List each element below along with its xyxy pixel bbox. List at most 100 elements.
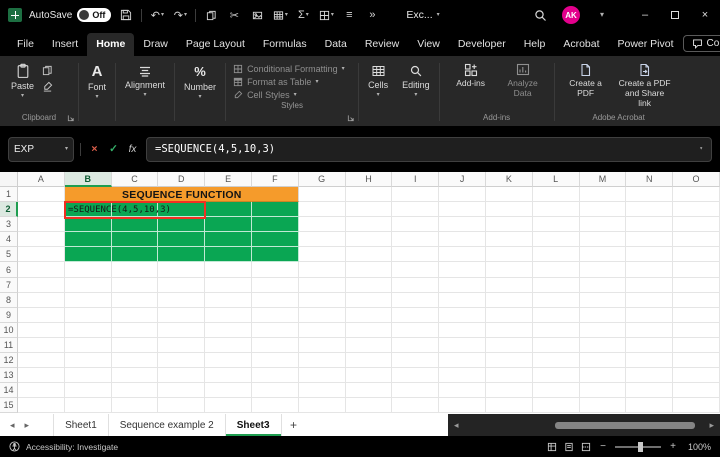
cell-O13[interactable] [673, 368, 720, 383]
cell-G9[interactable] [299, 308, 346, 323]
cut-button[interactable]: ✂ [226, 4, 242, 26]
cell-I7[interactable] [392, 278, 439, 293]
alignment-group-button[interactable]: Alignment ▾ [118, 58, 172, 126]
cell-C11[interactable] [112, 338, 159, 353]
cell-C12[interactable] [112, 353, 159, 368]
zoom-out-button[interactable]: − [598, 441, 608, 452]
accessibility-status[interactable]: Accessibility: Investigate [26, 442, 118, 452]
cell-G5[interactable] [299, 247, 346, 262]
cell-F14[interactable] [252, 383, 299, 398]
scroll-left-icon[interactable]: ◂ [454, 420, 459, 431]
cell-J11[interactable] [439, 338, 486, 353]
cell-D11[interactable] [158, 338, 205, 353]
cell-E3[interactable] [205, 217, 252, 232]
cell-N3[interactable] [626, 217, 673, 232]
cell-B12[interactable] [65, 353, 112, 368]
cell-E14[interactable] [205, 383, 252, 398]
ribbon-tab-help[interactable]: Help [515, 33, 555, 56]
ribbon-tab-draw[interactable]: Draw [134, 33, 177, 56]
cell-A10[interactable] [18, 323, 65, 338]
cell-I8[interactable] [392, 293, 439, 308]
cell-K14[interactable] [486, 383, 533, 398]
scrollbar-track[interactable] [464, 414, 705, 436]
cell-M13[interactable] [580, 368, 627, 383]
cell-M1[interactable] [580, 187, 627, 202]
cell-E13[interactable] [205, 368, 252, 383]
copy-small-button[interactable] [42, 65, 53, 76]
cell-N14[interactable] [626, 383, 673, 398]
ribbon-tab-acrobat[interactable]: Acrobat [554, 33, 608, 56]
cell-K7[interactable] [486, 278, 533, 293]
view-normal-button[interactable] [547, 442, 557, 452]
cell-A8[interactable] [18, 293, 65, 308]
cell-K4[interactable] [486, 232, 533, 247]
col-header-k[interactable]: K [486, 172, 533, 187]
qat-overflow-button[interactable]: » [364, 4, 380, 26]
col-header-d[interactable]: D [158, 172, 205, 187]
cell-G8[interactable] [299, 293, 346, 308]
cell-I12[interactable] [392, 353, 439, 368]
cell-M7[interactable] [580, 278, 627, 293]
cell-O6[interactable] [673, 262, 720, 277]
addins-button[interactable]: Add-ins [447, 60, 495, 92]
cell-C15[interactable] [112, 398, 159, 413]
cell-J3[interactable] [439, 217, 486, 232]
number-group-button[interactable]: % Number ▾ [177, 58, 223, 126]
col-header-h[interactable]: H [346, 172, 393, 187]
cell-D7[interactable] [158, 278, 205, 293]
cell-A1[interactable] [18, 187, 65, 202]
cell-I9[interactable] [392, 308, 439, 323]
cell-H6[interactable] [346, 262, 393, 277]
zoom-in-button[interactable]: + [668, 441, 678, 452]
cell-L11[interactable] [533, 338, 580, 353]
cell-G12[interactable] [299, 353, 346, 368]
menu-button[interactable]: ≡ [341, 4, 357, 26]
cell-M14[interactable] [580, 383, 627, 398]
formula-input[interactable]: =SEQUENCE(4,5,10,3) ▾ [146, 137, 712, 162]
cell-O4[interactable] [673, 232, 720, 247]
add-sheet-button[interactable]: + [282, 414, 306, 436]
clipboard-dialog-launcher[interactable] [67, 114, 75, 122]
row-header-9[interactable]: 9 [0, 308, 18, 323]
cell-G15[interactable] [299, 398, 346, 413]
cell-A6[interactable] [18, 262, 65, 277]
ribbon-tab-formulas[interactable]: Formulas [254, 33, 316, 56]
cell-O14[interactable] [673, 383, 720, 398]
close-button[interactable]: × [690, 0, 720, 30]
cell-M2[interactable] [580, 202, 627, 217]
cell-D6[interactable] [158, 262, 205, 277]
cell-styles-button[interactable]: Cell Styles ▾ [233, 90, 297, 100]
cell-H3[interactable] [346, 217, 393, 232]
cell-M5[interactable] [580, 247, 627, 262]
borders-button[interactable]: ▾ [318, 4, 334, 26]
insert-function-button[interactable]: fx [125, 144, 140, 155]
row-header-14[interactable]: 14 [0, 383, 18, 398]
ribbon-tab-home[interactable]: Home [87, 33, 134, 56]
cell-D14[interactable] [158, 383, 205, 398]
cell-H12[interactable] [346, 353, 393, 368]
cell-D9[interactable] [158, 308, 205, 323]
cell-B13[interactable] [65, 368, 112, 383]
cell-F9[interactable] [252, 308, 299, 323]
avatar[interactable]: AK [562, 6, 580, 24]
enter-button[interactable]: ✓ [106, 143, 121, 155]
cell-M3[interactable] [580, 217, 627, 232]
cell-G1[interactable] [299, 187, 346, 202]
ribbon-tab-file[interactable]: File [8, 33, 43, 56]
cell-B10[interactable] [65, 323, 112, 338]
cell-G2[interactable] [299, 202, 346, 217]
cell-L15[interactable] [533, 398, 580, 413]
col-header-o[interactable]: O [673, 172, 720, 187]
cell-N15[interactable] [626, 398, 673, 413]
comments-button[interactable]: Comments [683, 35, 720, 52]
ribbon-tab-page-layout[interactable]: Page Layout [177, 33, 254, 56]
cell-D5[interactable] [158, 247, 205, 262]
cell-K8[interactable] [486, 293, 533, 308]
ribbon-tab-developer[interactable]: Developer [449, 33, 515, 56]
autosave-toggle[interactable]: AutoSave Off [29, 8, 111, 22]
zoom-slider-thumb[interactable] [638, 442, 643, 452]
cell-C4[interactable] [112, 232, 159, 247]
cell-O9[interactable] [673, 308, 720, 323]
cell-J9[interactable] [439, 308, 486, 323]
cell-M11[interactable] [580, 338, 627, 353]
